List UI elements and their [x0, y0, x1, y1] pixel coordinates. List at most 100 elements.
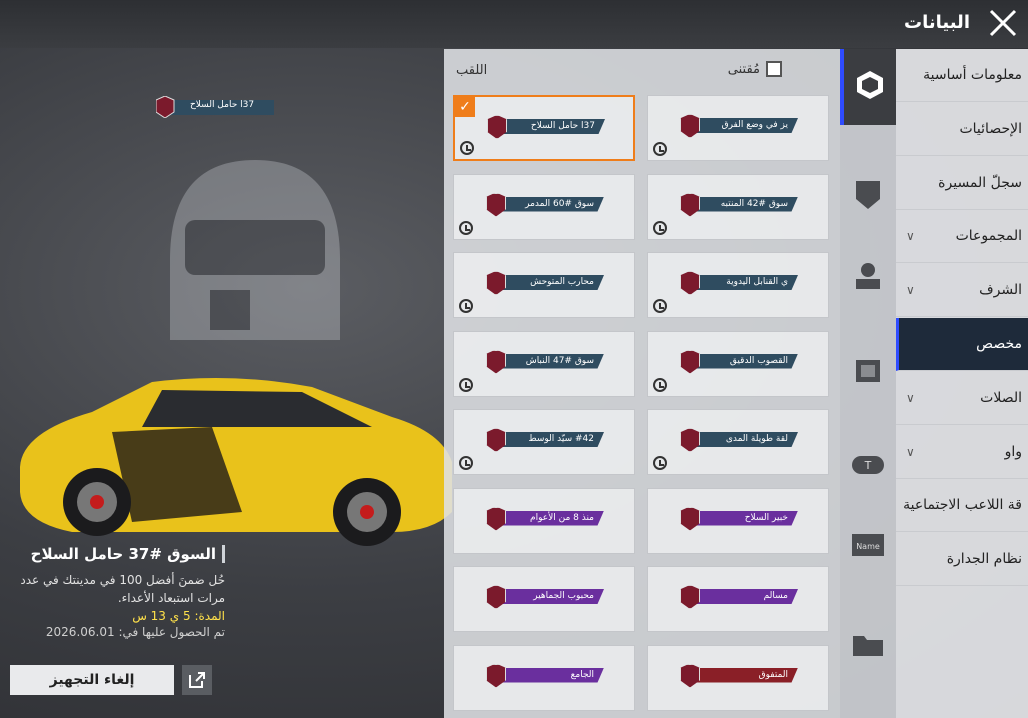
clock-icon — [653, 220, 667, 235]
menu-item-label: قة اللاعب الاجتماعية — [903, 497, 1022, 514]
title-badge: سوق #47 النباش — [486, 349, 608, 374]
title-card[interactable]: المتفوق — [647, 644, 829, 711]
share-button[interactable] — [182, 665, 212, 695]
menu-item[interactable]: الشرف ∨ — [896, 264, 1028, 318]
badge-emblem-icon — [486, 585, 506, 609]
clock-icon — [653, 142, 667, 156]
title-card[interactable]: سوق #60 المدمر — [453, 173, 635, 240]
badge-emblem-icon — [486, 192, 506, 217]
title-card[interactable]: مسالم — [647, 566, 829, 632]
frame-tab[interactable] — [840, 334, 896, 410]
menu-item-label: معلومات أساسية — [923, 67, 1022, 83]
menu-item[interactable]: مخصص — [896, 318, 1028, 371]
clock-icon — [459, 220, 473, 235]
title-card[interactable]: سوق #42 المنتبه — [647, 173, 829, 240]
badge-emblem-icon — [680, 506, 700, 531]
top-bar: البيانات — [0, 0, 1028, 48]
owned-filter[interactable]: مُقتنى — [728, 61, 782, 77]
title-card[interactable]: القصوب الدقيق — [647, 330, 829, 397]
title-card[interactable]: #42 سيّد الوسط — [453, 409, 635, 475]
title-card[interactable]: سوق #47 النباش — [453, 330, 635, 397]
avatar-tab[interactable] — [840, 239, 896, 315]
clock-icon — [653, 299, 667, 313]
menu-item[interactable]: المجموعات ∨ — [896, 210, 1028, 264]
badge-emblem-icon — [680, 114, 700, 138]
badge-emblem-icon — [680, 271, 700, 295]
shield-tab[interactable] — [840, 159, 896, 235]
title-text: محارب المتوحش — [530, 277, 594, 287]
title-card[interactable]: 37ا حامل السلاح ✓ — [453, 95, 635, 161]
title-text: مسالم — [763, 591, 788, 601]
menu-item[interactable]: الصلات ∨ — [896, 372, 1028, 425]
title-text: منذ 8 من الأعوام — [530, 512, 594, 523]
title-name: السوق #37 حامل السلاح — [10, 545, 225, 563]
badge-emblem-icon — [680, 192, 700, 217]
nameplate-icon: Name — [851, 532, 885, 562]
unequip-button[interactable]: إلغاء التجهيز — [10, 665, 174, 695]
menu-item-label: واو — [1004, 443, 1022, 460]
shield-icon — [854, 179, 882, 215]
section-label: اللقب — [456, 63, 488, 78]
page-title: البيانات — [904, 12, 970, 33]
title-badge: الجامع — [486, 663, 608, 688]
menu-item-label: الإحصائيات — [959, 120, 1022, 137]
title-text: 37ا حامل السلاح — [530, 121, 595, 131]
title-duration: المدة: 5 ي 13 س — [132, 609, 225, 623]
close-icon[interactable] — [986, 6, 1020, 40]
clock-icon — [459, 299, 473, 313]
title-badge: #42 سيّد الوسط — [486, 428, 608, 452]
svg-text:Name: Name — [856, 542, 880, 551]
title-badge: القصوب الدقيق — [680, 349, 802, 374]
title-card[interactable]: ي القنابل اليدوية — [647, 252, 829, 318]
title-text: محبوب الجماهير — [533, 591, 594, 601]
nameplate-tab[interactable]: Name — [840, 509, 896, 585]
menu-item[interactable]: قة اللاعب الاجتماعية — [896, 479, 1028, 533]
title-description: حُل ضمنَ أفضل 100 في مدينتك في عدد مرات … — [20, 573, 225, 605]
badge-emblem-icon — [486, 506, 506, 531]
title-obtained-date: تم الحصول عليها في: 2026.06.01 — [45, 625, 225, 639]
badge-emblem-icon — [486, 428, 506, 452]
title-badge: خبير السلاح — [680, 506, 802, 531]
title-text: لقة طويلة المدى — [725, 434, 788, 444]
title-card[interactable]: منذ 8 من الأعوام — [453, 487, 635, 554]
title-info: السوق #37 حامل السلاح حُل ضمنَ أفضل 100 … — [10, 545, 225, 639]
title-tab[interactable] — [840, 49, 896, 125]
tag-tab[interactable]: T — [840, 429, 896, 505]
badge-emblem-icon — [487, 115, 507, 139]
badge-emblem-icon — [486, 349, 506, 374]
menu-item-label: المجموعات — [955, 228, 1022, 245]
chevron-down-icon: ∨ — [906, 444, 915, 459]
title-badge: محارب المتوحش — [486, 271, 608, 295]
owned-filter-label: مُقتنى — [727, 61, 760, 77]
title-text: القصوب الدقيق — [729, 355, 788, 366]
menu-item[interactable]: الإحصائيات — [896, 103, 1028, 156]
title-card[interactable]: لقة طويلة المدى — [647, 409, 829, 475]
menu-item[interactable]: واو ∨ — [896, 426, 1028, 479]
menu-item-label: الصلات — [980, 389, 1022, 406]
title-card[interactable]: محبوب الجماهير — [453, 566, 635, 632]
menu-item[interactable]: معلومات أساسية — [896, 49, 1028, 102]
equipped-title-badge: 37ا حامل السلاح — [155, 95, 276, 119]
badge-emblem-icon — [680, 428, 700, 452]
menu-item[interactable]: نظام الجدارة — [896, 533, 1028, 587]
menu-item[interactable]: سجلّ المسيرة — [896, 157, 1028, 210]
title-card[interactable]: خبير السلاح — [647, 487, 829, 554]
badge-emblem-icon — [680, 663, 700, 688]
chevron-down-icon: ∨ — [906, 229, 915, 244]
title-card[interactable]: يز في وضع الفرق — [647, 95, 829, 161]
chevron-down-icon: ∨ — [906, 283, 915, 298]
tag-icon: T — [851, 454, 885, 480]
title-badge: منذ 8 من الأعوام — [486, 506, 608, 531]
clock-icon — [460, 141, 474, 155]
owned-checkbox[interactable] — [766, 61, 782, 77]
person-icon — [853, 260, 883, 294]
title-card[interactable]: الجامع — [453, 644, 635, 711]
title-text: يز في وضع الفرق — [721, 120, 788, 130]
frame-icon — [852, 354, 884, 390]
badge-emblem-icon — [486, 271, 506, 295]
hexagon-badge-icon — [854, 69, 886, 105]
category-tab-strip: T Name — [840, 49, 896, 718]
folder-tab[interactable] — [840, 609, 896, 685]
title-card[interactable]: محارب المتوحش — [453, 252, 635, 318]
clock-icon — [459, 456, 473, 470]
